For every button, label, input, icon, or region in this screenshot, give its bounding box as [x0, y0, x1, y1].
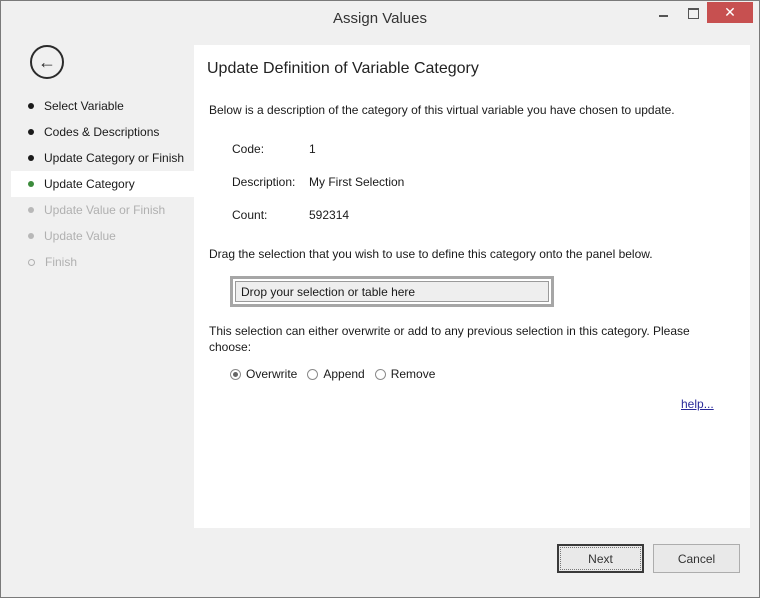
- step-label: Codes & Descriptions: [44, 125, 160, 139]
- back-button[interactable]: ←: [30, 45, 64, 79]
- drop-zone[interactable]: Drop your selection or table here: [230, 276, 554, 307]
- close-icon: ✕: [724, 4, 736, 20]
- step-label: Select Variable: [44, 99, 124, 113]
- step-finish: Finish: [11, 249, 194, 275]
- radio-remove[interactable]: Remove: [374, 367, 436, 381]
- radio-label: Overwrite: [246, 367, 298, 381]
- step-update-value-or-finish: Update Value or Finish: [11, 197, 194, 223]
- radio-overwrite[interactable]: Overwrite: [230, 367, 297, 381]
- radio-checked-icon[interactable]: [230, 368, 241, 380]
- step-label: Update Category: [44, 177, 135, 191]
- step-bullet-icon: [28, 129, 34, 135]
- cancel-button[interactable]: Cancel: [653, 544, 740, 573]
- next-button[interactable]: Next: [557, 544, 644, 573]
- back-arrow-icon: ←: [38, 51, 56, 72]
- maximize-button[interactable]: [679, 2, 707, 24]
- description-value: My First Selection: [309, 175, 405, 189]
- step-update-category[interactable]: Update Category: [11, 171, 194, 197]
- step-label: Update Value: [44, 229, 116, 243]
- description-text: Below is a description of the category o…: [209, 103, 675, 117]
- count-value: 592314: [309, 208, 350, 222]
- maximize-icon: [687, 7, 699, 19]
- drag-instruction: Drag the selection that you wish to use …: [209, 247, 653, 261]
- assign-values-window: Assign Values ✕ ← Select Variable Codes …: [0, 0, 760, 598]
- close-button[interactable]: ✕: [707, 2, 753, 23]
- cancel-button-label: Cancel: [677, 551, 716, 566]
- step-update-category-or-finish[interactable]: Update Category or Finish: [11, 145, 194, 171]
- wizard-steps: Select Variable Codes & Descriptions Upd…: [11, 93, 194, 275]
- radio-label: Append: [323, 367, 365, 381]
- choose-instruction: This selection can either overwrite or a…: [209, 324, 690, 354]
- step-codes-descriptions[interactable]: Codes & Descriptions: [11, 119, 194, 145]
- drop-zone-inner: Drop your selection or table here: [235, 281, 549, 302]
- count-label: Count:: [232, 208, 268, 222]
- window-title: Assign Values: [333, 10, 427, 27]
- step-label: Finish: [45, 255, 78, 269]
- mode-radio-group: Overwrite Append Remove: [230, 367, 445, 381]
- drop-zone-text: Drop your selection or table here: [241, 284, 416, 299]
- radio-label: Remove: [390, 367, 436, 381]
- minimize-icon: [658, 15, 668, 17]
- step-label: Update Category or Finish: [44, 151, 185, 165]
- step-bullet-icon: [28, 233, 34, 239]
- main-panel: Update Definition of Variable Category B…: [194, 45, 750, 528]
- step-bullet-icon: [28, 103, 34, 109]
- step-end-icon: [28, 258, 35, 266]
- title-bar[interactable]: Assign Values ✕: [1, 1, 759, 34]
- step-bullet-icon: [28, 181, 34, 187]
- next-button-label: Next: [588, 551, 613, 566]
- radio-append[interactable]: Append: [307, 367, 365, 381]
- radio-unchecked-icon[interactable]: [374, 368, 386, 380]
- code-value: 1: [309, 142, 316, 156]
- step-bullet-icon: [28, 207, 34, 213]
- wizard-sidebar: ← Select Variable Codes & Descriptions U…: [11, 35, 194, 528]
- help-link[interactable]: help...: [681, 397, 714, 411]
- description-label: Description:: [232, 175, 296, 189]
- code-label: Code:: [232, 142, 265, 156]
- step-label: Update Value or Finish: [44, 203, 166, 217]
- page-title: Update Definition of Variable Category: [207, 60, 479, 77]
- radio-unchecked-icon[interactable]: [307, 368, 319, 380]
- step-update-value: Update Value: [11, 223, 194, 249]
- minimize-button[interactable]: [649, 2, 677, 24]
- step-bullet-icon: [28, 155, 34, 161]
- step-select-variable[interactable]: Select Variable: [11, 93, 194, 119]
